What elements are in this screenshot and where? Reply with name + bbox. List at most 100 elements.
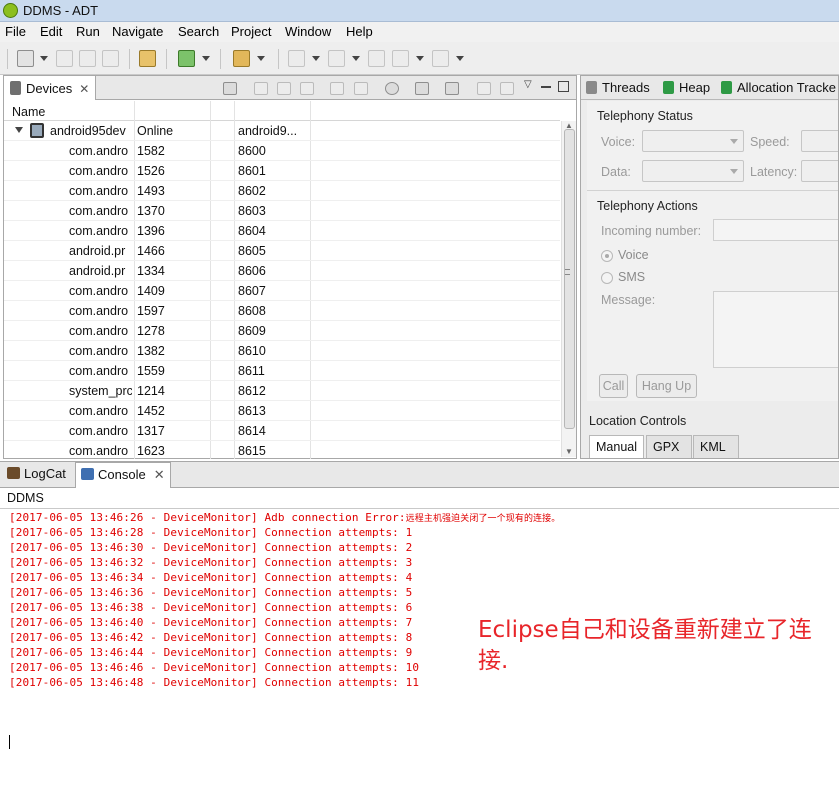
next-annotation-dropdown-icon[interactable] [312,56,320,61]
process-row[interactable]: com.andro 1396 8604 [4,221,560,241]
scroll-down-icon[interactable]: ▼ [565,447,573,456]
process-row[interactable]: android.pr 1466 8605 [4,241,560,261]
process-row[interactable]: com.andro 1278 8609 [4,321,560,341]
hang-up-button[interactable]: Hang Up [636,374,697,398]
menu-edit[interactable]: Edit [40,24,62,39]
log-line: [2017-06-05 13:46:28 - DeviceMonitor] Co… [9,526,412,539]
voice-select[interactable] [642,130,744,152]
run-dropdown-icon[interactable] [202,56,210,61]
close-icon[interactable]: ✕ [79,82,89,96]
save-all-icon[interactable] [79,50,96,67]
tab-console[interactable]: Console ✕ [75,462,171,488]
devices-scrollbar[interactable]: ▲ ▼ [561,121,576,457]
device-row[interactable]: android95dev Online android9... [4,121,560,141]
process-pid: 1493 [137,184,165,198]
previous-annotation-dropdown-icon[interactable] [352,56,360,61]
phone-icon [10,81,21,95]
tab-manual[interactable]: Manual [589,435,644,458]
screen-capture-icon[interactable] [415,82,429,95]
save-icon[interactable] [56,50,73,67]
process-row[interactable]: com.andro 1582 8600 [4,141,560,161]
forward-dropdown-icon[interactable] [456,56,464,61]
toolbar-separator [220,49,221,69]
tab-threads-label: Threads [602,80,650,95]
previous-annotation-icon[interactable] [328,50,345,67]
new-dropdown-icon[interactable] [40,56,48,61]
update-heap-icon[interactable] [254,82,268,95]
tab-heap[interactable]: Heap [663,80,710,95]
dump-hprof-icon[interactable] [277,82,291,95]
call-button[interactable]: Call [599,374,628,398]
dump-view-hierarchy-icon[interactable] [445,82,459,95]
process-row[interactable]: com.andro 1597 8608 [4,301,560,321]
tab-devices[interactable]: Devices ✕ [4,76,97,100]
last-edit-location-icon[interactable] [368,50,385,67]
device-name: android95dev [50,124,126,138]
tab-allocation-tracker[interactable]: Allocation Tracke [721,80,836,95]
menu-navigate[interactable]: Navigate [112,24,163,39]
process-row[interactable]: com.andro 1452 8613 [4,401,560,421]
tools-icon[interactable] [233,50,250,67]
open-perspective-icon[interactable] [139,50,156,67]
close-icon[interactable]: ✕ [154,467,165,482]
run-icon[interactable] [178,50,195,67]
systrace-icon[interactable] [477,82,491,95]
process-pid: 1370 [137,204,165,218]
process-row[interactable]: com.andro 1317 8614 [4,421,560,441]
process-row[interactable]: com.andro 1409 8607 [4,281,560,301]
heap-icon [663,81,674,94]
sms-radio[interactable] [601,272,613,284]
opengl-trace-icon[interactable] [500,82,514,95]
debug-process-icon[interactable] [223,82,237,95]
incoming-number-field[interactable] [713,219,838,241]
data-select[interactable] [642,160,744,182]
scrollbar-thumb[interactable] [564,129,575,429]
process-row[interactable]: com.andro 1370 8603 [4,201,560,221]
log-text: [2017-06-05 13:46:34 - DeviceMonitor] Co… [9,571,413,584]
expand-arrow-icon[interactable] [15,127,23,133]
minimize-icon[interactable] [541,86,551,88]
devices-view: Devices ✕ ▽ Name android95dev Online andr… [3,75,577,459]
maximize-icon[interactable] [558,81,569,92]
new-icon[interactable] [17,50,34,67]
tab-threads[interactable]: Threads [586,80,650,95]
tab-gpx[interactable]: GPX [646,435,692,458]
menu-help[interactable]: Help [346,24,373,39]
start-method-profiling-icon[interactable] [354,82,368,95]
process-row[interactable]: com.andro 1493 8602 [4,181,560,201]
back-dropdown-icon[interactable] [416,56,424,61]
process-row[interactable]: com.andro 1382 8610 [4,341,560,361]
menu-search[interactable]: Search [178,24,219,39]
column-name-header[interactable]: Name [12,105,45,119]
process-row[interactable]: android.pr 1334 8606 [4,261,560,281]
adt-app-icon [3,3,18,18]
latency-select[interactable] [801,160,838,182]
back-icon[interactable] [392,50,409,67]
menu-project[interactable]: Project [231,24,271,39]
stop-process-icon[interactable] [385,82,399,95]
process-pid: 1409 [137,284,165,298]
print-icon[interactable] [102,50,119,67]
menu-run[interactable]: Run [76,24,100,39]
tab-kml[interactable]: KML [693,435,739,458]
process-row[interactable]: com.andro 1623 8615 [4,441,560,459]
view-menu-icon[interactable]: ▽ [524,79,532,90]
console-output[interactable]: [2017-06-05 13:46:26 - DeviceMonitor] Ad… [0,508,839,806]
cause-gc-icon[interactable] [300,82,314,95]
tools-dropdown-icon[interactable] [257,56,265,61]
speed-select[interactable] [801,130,838,152]
process-row[interactable]: system_prc 1214 8612 [4,381,560,401]
process-row[interactable]: com.andro 1526 8601 [4,161,560,181]
process-debug-port: 8607 [238,284,266,298]
log-text: [2017-06-05 13:46:48 - DeviceMonitor] Co… [9,676,420,689]
process-row[interactable]: com.andro 1559 8611 [4,361,560,381]
menu-file[interactable]: File [5,24,26,39]
forward-icon[interactable] [432,50,449,67]
message-textarea[interactable] [713,291,838,368]
process-debug-port: 8613 [238,404,266,418]
tab-logcat[interactable]: LogCat [7,466,66,481]
update-threads-icon[interactable] [330,82,344,95]
menu-window[interactable]: Window [285,24,331,39]
next-annotation-icon[interactable] [288,50,305,67]
voice-radio[interactable] [601,250,613,262]
